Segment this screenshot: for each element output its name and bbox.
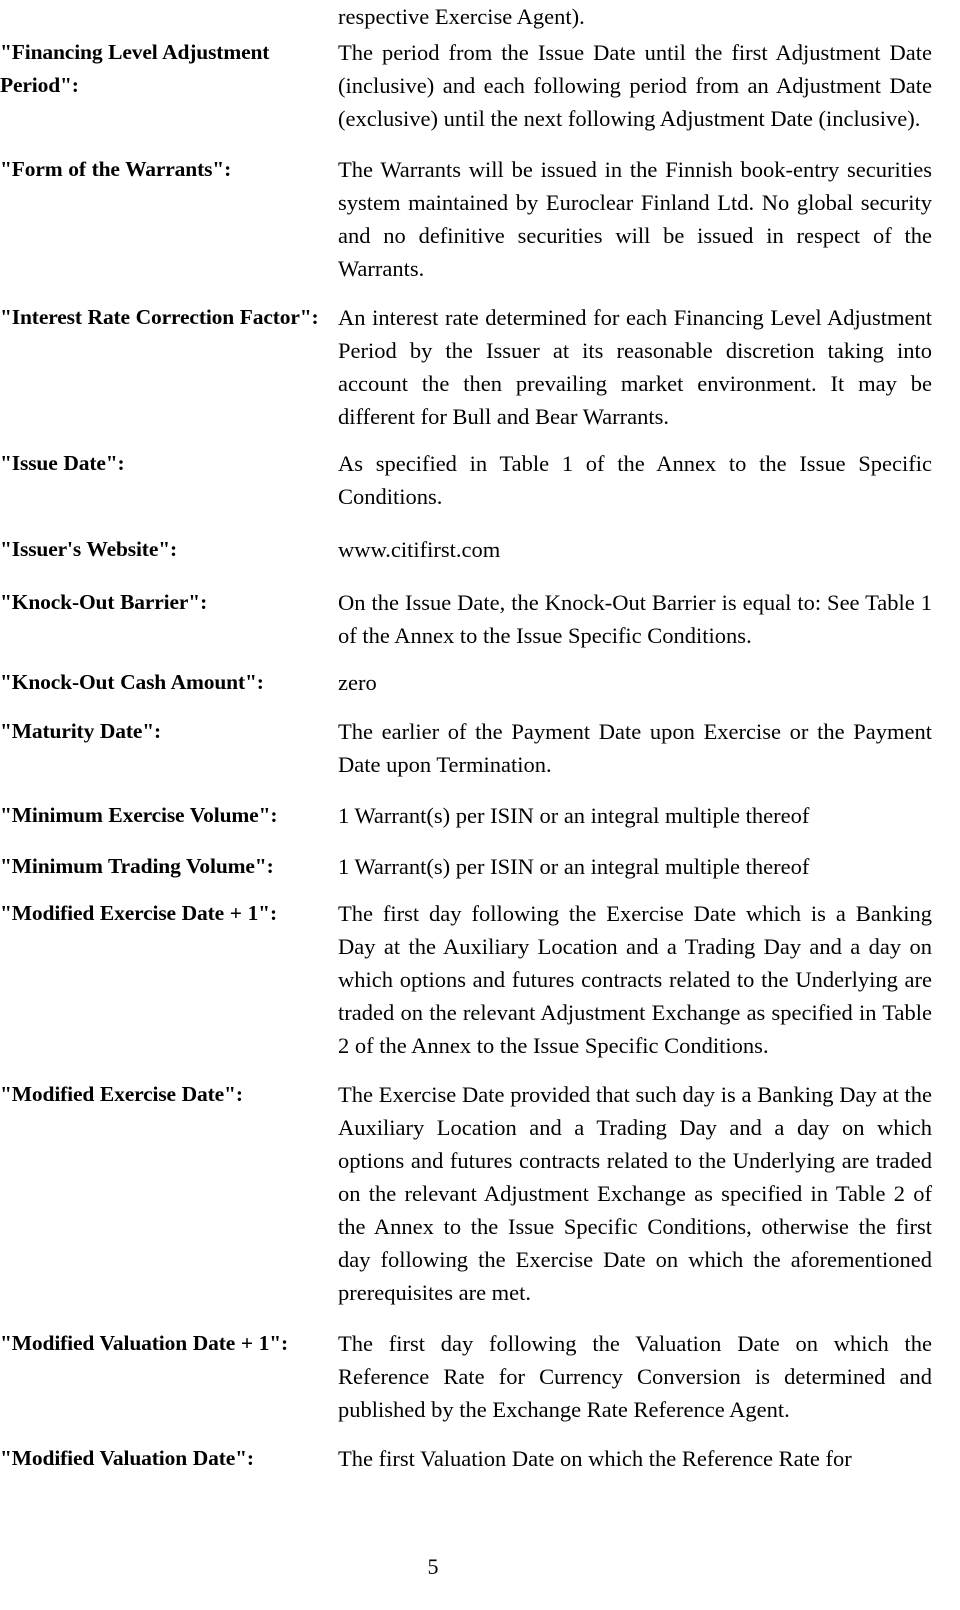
definition-term: "Modified Exercise Date": <box>0 1082 243 1106</box>
definition-text: The Warrants will be issued in the Finni… <box>338 157 932 281</box>
definition-text: 1 Warrant(s) per ISIN or an integral mul… <box>338 803 810 828</box>
definition-row: "Financing Level Adjustment Period": The … <box>0 36 935 135</box>
definition-row: "Issuer's Website": www.citifirst.com <box>0 533 935 566</box>
definition-row: "Modified Valuation Date": The first Valu… <box>0 1442 935 1475</box>
definition-text: As specified in Table 1 of the Annex to … <box>338 451 932 509</box>
definition-row: "Modified Valuation Date + 1": The first … <box>0 1327 935 1426</box>
definition-term: "Modified Valuation Date": <box>0 1446 254 1470</box>
definition-text: zero <box>338 670 377 695</box>
definition-row: "Issue Date": As specified in Table 1 of … <box>0 447 935 513</box>
definitions-list: respective Exercise Agent). "Financing L… <box>0 0 935 1475</box>
definition-text: The period from the Issue Date until the… <box>338 40 932 131</box>
definition-text: The Exercise Date provided that such day… <box>338 1082 932 1305</box>
definition-text: The first day following the Exercise Dat… <box>338 901 932 1058</box>
definition-row: "Minimum Exercise Volume": 1 Warrant(s) p… <box>0 799 935 832</box>
definition-row: "Modified Exercise Date": The Exercise Da… <box>0 1078 935 1309</box>
definition-rows: "Financing Level Adjustment Period": The … <box>0 36 935 1475</box>
definition-term: "Modified Valuation Date + 1": <box>0 1331 289 1355</box>
definition-text: On the Issue Date, the Knock-Out Barrier… <box>338 590 932 648</box>
continuation-text: respective Exercise Agent). <box>338 4 585 29</box>
definition-term: "Issuer's Website": <box>0 537 178 561</box>
page-number: 5 <box>427 1554 439 1579</box>
definition-text: The earlier of the Payment Date upon Exe… <box>338 719 932 777</box>
definition-row: "Maturity Date": The earlier of the Payme… <box>0 715 935 781</box>
document-page: respective Exercise Agent). "Financing L… <box>0 0 960 1610</box>
definition-term: "Minimum Trading Volume": <box>0 854 274 878</box>
definition-text: An interest rate determined for each Fin… <box>338 305 932 429</box>
continuation-row: respective Exercise Agent). <box>0 0 935 36</box>
definition-row: "Modified Exercise Date + 1": The first d… <box>0 897 935 1062</box>
definition-term: "Financing Level Adjustment Period": <box>0 40 270 97</box>
definition-text: The first day following the Valuation Da… <box>338 1331 932 1422</box>
definition-text: The first Valuation Date on which the Re… <box>338 1446 852 1471</box>
definition-term: "Knock-Out Barrier": <box>0 590 208 614</box>
definition-term: "Form of the Warrants": <box>0 157 232 181</box>
definition-term: "Knock-Out Cash Amount": <box>0 670 264 694</box>
definition-row: "Form of the Warrants": The Warrants will… <box>0 153 935 285</box>
definition-term: "Maturity Date": <box>0 719 162 743</box>
definition-term: "Interest Rate Correction Factor": <box>0 305 319 329</box>
definition-term: "Modified Exercise Date + 1": <box>0 901 277 925</box>
definition-row: "Knock-Out Barrier": On the Issue Date, t… <box>0 586 935 652</box>
definition-row: "Minimum Trading Volume": 1 Warrant(s) pe… <box>0 850 935 883</box>
definition-text: 1 Warrant(s) per ISIN or an integral mul… <box>338 854 810 879</box>
definition-term: "Issue Date": <box>0 451 125 475</box>
definition-row: "Knock-Out Cash Amount": zero <box>0 666 935 699</box>
definition-term: "Minimum Exercise Volume": <box>0 803 278 827</box>
definition-text: www.citifirst.com <box>338 537 501 562</box>
definition-row: "Interest Rate Correction Factor": An int… <box>0 301 935 433</box>
